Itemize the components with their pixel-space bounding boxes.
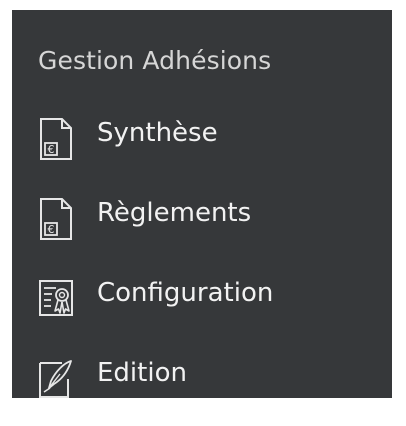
edit-pen-icon: [38, 357, 74, 401]
certificate-icon: [38, 277, 74, 321]
sidebar-item-label: Synthèse: [97, 118, 218, 148]
sidebar-item-label: Configuration: [97, 278, 274, 308]
euro-document-icon: €: [38, 197, 74, 241]
svg-text:€: €: [48, 143, 55, 156]
sidebar-item-configuration[interactable]: Configuration: [12, 266, 392, 346]
svg-text:€: €: [48, 223, 55, 236]
sidebar-item-label: Edition: [97, 358, 187, 388]
sidebar-item-reglements[interactable]: € Règlements: [12, 186, 392, 266]
sidebar-item-synthese[interactable]: € Synthèse: [12, 106, 392, 186]
euro-document-icon: €: [38, 117, 74, 161]
section-title: Gestion Adhésions: [38, 46, 272, 75]
sidebar-menu: € Synthèse € Règlements Configuration Ed…: [12, 106, 392, 426]
sidebar-panel: Gestion Adhésions € Synthèse € Règlement…: [12, 10, 392, 398]
sidebar-item-edition[interactable]: Edition: [12, 346, 392, 426]
sidebar-item-label: Règlements: [97, 198, 252, 228]
